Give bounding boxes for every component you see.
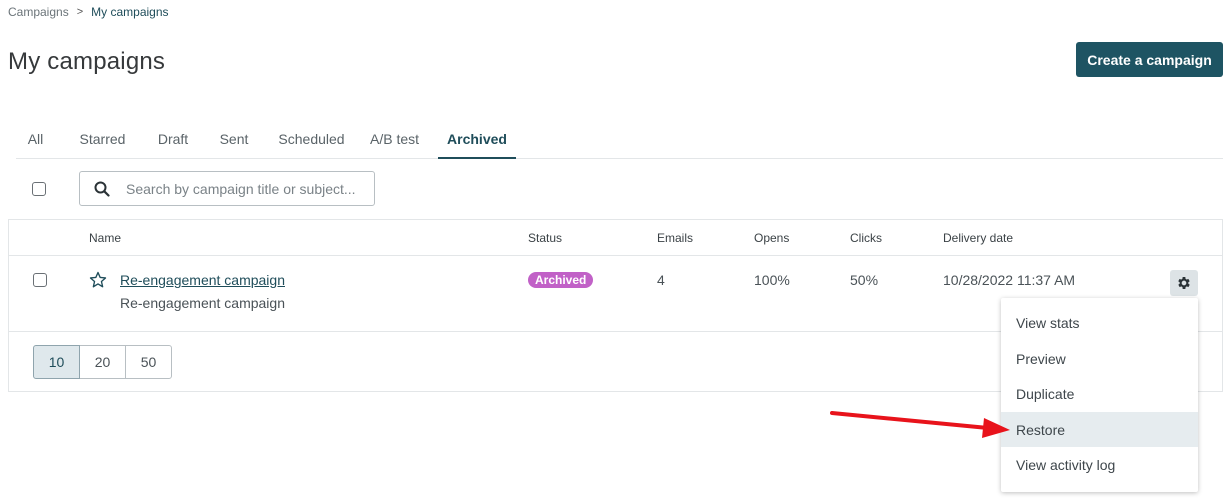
- row-actions-button[interactable]: [1170, 270, 1198, 296]
- delivery-date-value: 10/28/2022 11:37 AM: [943, 272, 1076, 288]
- menu-item-view-activity-log[interactable]: View activity log: [1001, 447, 1198, 482]
- arrow-annotation: [830, 411, 1010, 438]
- menu-item-view-stats[interactable]: View stats: [1001, 305, 1198, 340]
- menu-item-preview[interactable]: Preview: [1001, 341, 1198, 376]
- page-size-50[interactable]: 50: [125, 345, 172, 379]
- tab-scheduled[interactable]: Scheduled: [272, 124, 351, 158]
- tab-sent[interactable]: Sent: [196, 124, 272, 158]
- table-header: Name Status Emails Opens Clicks Delivery…: [9, 220, 1222, 256]
- tab-archived[interactable]: Archived: [438, 124, 516, 159]
- campaign-tabs: All Starred Draft Sent Scheduled A/B tes…: [16, 124, 1223, 159]
- menu-item-duplicate[interactable]: Duplicate: [1001, 376, 1198, 411]
- campaign-subject: Re-engagement campaign: [120, 295, 285, 311]
- breadcrumb: Campaigns > My campaigns: [8, 5, 169, 19]
- tab-all[interactable]: All: [16, 124, 55, 158]
- star-icon[interactable]: [89, 271, 107, 289]
- search-icon: [94, 181, 110, 197]
- row-checkbox[interactable]: [33, 273, 47, 287]
- select-all-checkbox[interactable]: [32, 182, 46, 196]
- column-emails[interactable]: Emails: [657, 231, 693, 245]
- page-title: My campaigns: [8, 48, 166, 75]
- page-size-selector: 10 20 50: [33, 345, 172, 379]
- create-campaign-button[interactable]: Create a campaign: [1076, 42, 1223, 77]
- emails-value: 4: [657, 272, 665, 288]
- row-actions-menu: View stats Preview Duplicate Restore Vie…: [1001, 298, 1198, 492]
- search-box[interactable]: [79, 171, 375, 206]
- breadcrumb-separator: >: [76, 6, 84, 18]
- breadcrumb-current: My campaigns: [91, 5, 169, 19]
- clicks-value: 50%: [850, 272, 879, 288]
- page-size-10[interactable]: 10: [33, 345, 80, 379]
- opens-value: 100%: [754, 272, 790, 288]
- column-status[interactable]: Status: [528, 231, 562, 245]
- breadcrumb-root-link[interactable]: Campaigns: [8, 5, 69, 19]
- tab-ab-test[interactable]: A/B test: [351, 124, 438, 158]
- page-size-20[interactable]: 20: [79, 345, 126, 379]
- search-input[interactable]: [124, 179, 368, 198]
- column-clicks[interactable]: Clicks: [850, 231, 882, 245]
- campaign-title-link[interactable]: Re-engagement campaign: [120, 272, 285, 288]
- column-name[interactable]: Name: [89, 231, 121, 245]
- status-badge: Archived: [528, 272, 594, 288]
- tab-draft[interactable]: Draft: [150, 124, 196, 158]
- column-opens[interactable]: Opens: [754, 231, 789, 245]
- tab-starred[interactable]: Starred: [55, 124, 150, 158]
- column-delivery-date[interactable]: Delivery date: [943, 231, 1013, 245]
- gear-icon: [1178, 277, 1190, 289]
- menu-item-restore[interactable]: Restore: [1001, 412, 1198, 447]
